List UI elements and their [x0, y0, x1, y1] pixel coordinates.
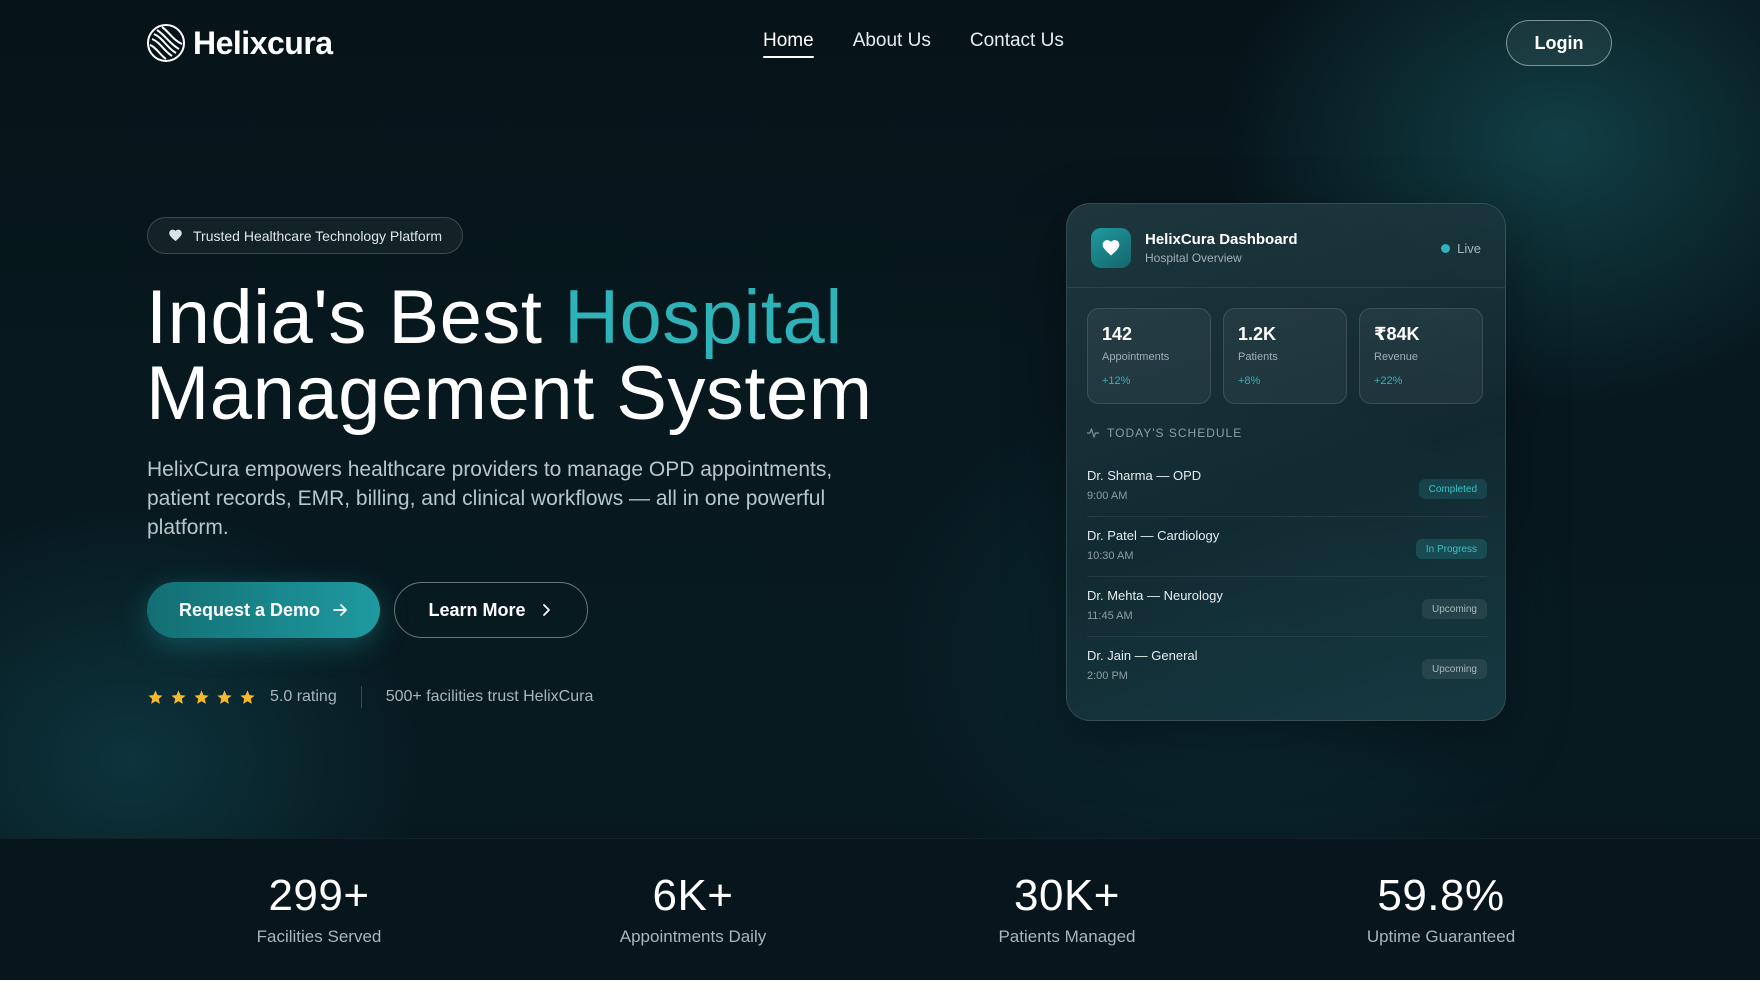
- dashboard-logo: [1091, 228, 1131, 268]
- star-icon: [171, 689, 186, 704]
- schedule-doctor: Dr. Mehta — Neurology: [1087, 588, 1223, 603]
- request-demo-button[interactable]: Request a Demo: [147, 582, 380, 638]
- schedule-doctor: Dr. Jain — General: [1087, 648, 1198, 663]
- trust-badge: Trusted Healthcare Technology Platform: [147, 217, 464, 254]
- live-text: Live: [1457, 241, 1481, 256]
- hero-title-part1: India's Best: [146, 275, 565, 360]
- trust-text: 500+ facilities trust HelixCura: [385, 688, 594, 705]
- arrow-right-icon: [333, 604, 347, 616]
- list-item[interactable]: Dr. Jain — General 2:00 PM Upcoming: [1087, 637, 1487, 697]
- nav-link-home[interactable]: Home: [763, 30, 814, 58]
- stats-band: 299+ Facilities Served 6K+ Appointments …: [0, 838, 1760, 980]
- band-stat-patients: 30K+ Patients Managed: [907, 871, 1227, 947]
- nav-link-about[interactable]: About Us: [853, 30, 931, 58]
- learn-more-button[interactable]: Learn More: [394, 582, 588, 638]
- activity-icon: [1087, 428, 1099, 438]
- dashboard-subtitle: Hospital Overview: [1145, 251, 1242, 265]
- rating-row: 5.0 rating 500+ facilities trust HelixCu…: [147, 686, 593, 708]
- list-item[interactable]: Dr. Mehta — Neurology 11:45 AM Upcoming: [1087, 577, 1487, 637]
- status-badge: Completed: [1418, 479, 1487, 499]
- band-stat-facilities: 299+ Facilities Served: [159, 871, 479, 947]
- star-icon: [148, 689, 163, 704]
- stat-change: +12%: [1102, 375, 1131, 387]
- band-stat-value: 59.8%: [1377, 871, 1505, 920]
- schedule-doctor: Dr. Patel — Cardiology: [1087, 528, 1220, 543]
- nav-link-contact[interactable]: Contact Us: [970, 30, 1064, 58]
- list-item[interactable]: Dr. Patel — Cardiology 10:30 AM In Progr…: [1087, 517, 1487, 577]
- dashboard-header: HelixCura Dashboard Hospital Overview Li…: [1067, 204, 1505, 288]
- page-bottom-edge: [0, 980, 1760, 1002]
- band-stat-value: 6K+: [652, 871, 734, 920]
- band-stat-value: 30K+: [1014, 871, 1120, 920]
- learn-more-label: Learn More: [428, 599, 526, 620]
- status-badge: Upcoming: [1421, 659, 1487, 679]
- hero-title-line2: Management System: [146, 351, 873, 436]
- band-stat-label: Appointments Daily: [619, 927, 767, 946]
- star-icon: [194, 689, 209, 704]
- status-badge: Upcoming: [1421, 599, 1487, 619]
- stat-label: Revenue: [1374, 351, 1419, 363]
- chevron-right-icon: [542, 604, 550, 616]
- brand-name: Helixcura: [193, 24, 333, 61]
- nav-links: Home About Us Contact Us: [763, 30, 1064, 58]
- star-icon: [217, 689, 232, 704]
- schedule-title: TODAY'S SCHEDULE: [1107, 426, 1243, 440]
- dashboard-stats: 142 Appointments +12% 1.2K Patients +8% …: [1087, 308, 1483, 404]
- stat-value: 1.2K: [1238, 324, 1277, 344]
- request-demo-label: Request a Demo: [178, 599, 321, 620]
- stat-value: ₹84K: [1374, 324, 1420, 344]
- stat-change: +8%: [1238, 375, 1261, 387]
- band-stat-value: 299+: [268, 871, 370, 920]
- stat-label: Appointments: [1102, 351, 1170, 363]
- rating-divider: [360, 686, 362, 708]
- top-navigation: Helixcura Home About Us Contact Us Login: [0, 0, 1760, 90]
- schedule-doctor: Dr. Sharma — OPD: [1087, 468, 1202, 483]
- rating-text: 5.0 rating: [270, 688, 337, 705]
- live-indicator: Live: [1441, 241, 1481, 256]
- band-stat-label: Facilities Served: [256, 927, 382, 946]
- helix-logo-icon: [147, 24, 185, 62]
- stat-card-appointments: 142 Appointments +12%: [1087, 308, 1211, 404]
- heart-icon: [169, 229, 182, 242]
- band-stat-label: Patients Managed: [998, 927, 1136, 946]
- schedule-header: TODAY'S SCHEDULE: [1087, 426, 1242, 440]
- schedule-time: 2:00 PM: [1087, 670, 1128, 682]
- dashboard-preview-card: HelixCura Dashboard Hospital Overview Li…: [1066, 203, 1506, 721]
- stat-card-revenue: ₹84K Revenue +22%: [1359, 308, 1483, 404]
- heart-icon: [1102, 240, 1120, 256]
- band-stat-label: Uptime Guaranteed: [1366, 927, 1516, 946]
- star-icon: [240, 689, 255, 704]
- list-item[interactable]: Dr. Sharma — OPD 9:00 AM Completed: [1087, 457, 1487, 517]
- hero-description: HelixCura empowers healthcare providers …: [147, 458, 833, 539]
- band-stat-appointments: 6K+ Appointments Daily: [533, 871, 853, 947]
- schedule-list: Dr. Sharma — OPD 9:00 AM Completed Dr. P…: [1087, 457, 1487, 697]
- stat-value: 142: [1102, 324, 1133, 344]
- login-button[interactable]: Login: [1506, 20, 1612, 66]
- hero-title: India's Best Hospital Management System: [146, 280, 873, 432]
- dashboard-title: HelixCura Dashboard: [1145, 231, 1298, 248]
- rating-stars: [147, 689, 256, 706]
- badge-text: Trusted Healthcare Technology Platform: [193, 227, 443, 244]
- schedule-time: 11:45 AM: [1087, 610, 1133, 622]
- status-badge: In Progress: [1415, 539, 1487, 559]
- stat-label: Patients: [1238, 351, 1278, 363]
- stat-card-patients: 1.2K Patients +8%: [1223, 308, 1347, 404]
- band-stat-uptime: 59.8% Uptime Guaranteed: [1281, 871, 1601, 947]
- stat-change: +22%: [1374, 375, 1403, 387]
- schedule-time: 9:00 AM: [1087, 490, 1128, 502]
- schedule-time: 10:30 AM: [1087, 550, 1134, 562]
- live-dot: [1441, 244, 1451, 253]
- brand-logo[interactable]: Helixcura: [145, 22, 333, 64]
- hero-title-accent: Hospital: [564, 275, 843, 360]
